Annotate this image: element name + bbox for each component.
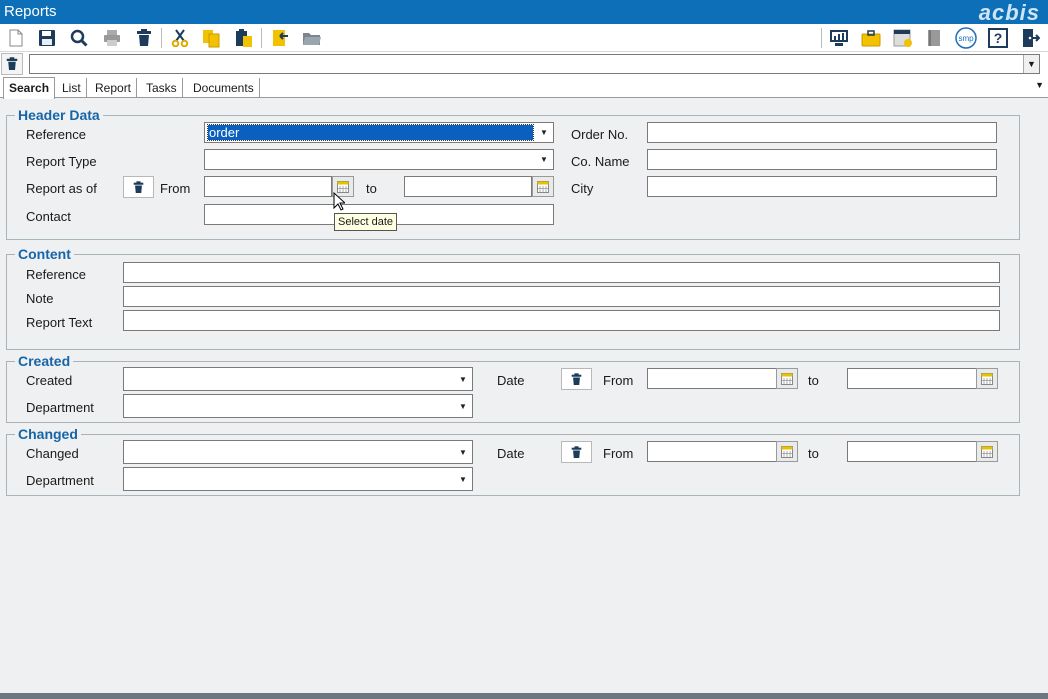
calendar-icon[interactable]	[976, 368, 998, 389]
paste-icon[interactable]	[233, 27, 255, 49]
changed-date-from-field[interactable]	[647, 441, 777, 462]
changed-by-label: Changed	[26, 446, 79, 461]
calendar-icon[interactable]	[976, 441, 998, 462]
tab-list[interactable]: List	[57, 78, 87, 98]
calendar-icon[interactable]	[532, 176, 554, 197]
chevron-down-icon[interactable]: ▼	[537, 150, 551, 169]
co-name-label: Co. Name	[571, 154, 630, 169]
chevron-down-icon[interactable]: ▼	[537, 123, 551, 142]
window-title: Reports	[4, 3, 57, 20]
search-icon[interactable]	[68, 27, 90, 49]
report-date-from-field[interactable]	[204, 176, 332, 197]
new-document-icon[interactable]	[5, 27, 27, 49]
note-field[interactable]	[123, 286, 1000, 307]
main-toolbar: smp ?	[0, 24, 1048, 52]
contact-label: Contact	[26, 209, 71, 224]
quick-filter-bar: ▼	[0, 52, 1048, 76]
quick-filter-combo[interactable]: ▼	[29, 54, 1040, 74]
created-by-label: Created	[26, 373, 73, 388]
print-icon[interactable]	[101, 27, 123, 49]
reference-selected-value: order	[207, 124, 534, 141]
chevron-down-icon[interactable]: ▼	[456, 468, 470, 490]
report-date-to-field[interactable]	[404, 176, 532, 197]
order-no-field[interactable]	[647, 122, 997, 143]
reference-label: Reference	[26, 127, 86, 142]
created-to-label: to	[808, 373, 819, 388]
delete-icon[interactable]	[133, 27, 155, 49]
changed-from-label: From	[603, 446, 634, 461]
reference-select[interactable]: order ▼	[204, 122, 554, 143]
clear-changed-date-button[interactable]	[561, 441, 592, 463]
changed-date-to-field[interactable]	[847, 441, 977, 462]
calendar-check-icon[interactable]	[892, 27, 914, 49]
tab-bar: Search List Report Tasks Documents ▼	[0, 76, 1048, 99]
calendar-icon[interactable]	[776, 441, 798, 462]
save-icon[interactable]	[36, 27, 58, 49]
title-bar: Reports acbis	[0, 0, 1048, 25]
tab-tasks[interactable]: Tasks	[141, 78, 183, 98]
book-icon[interactable]	[924, 27, 946, 49]
report-type-select[interactable]: ▼	[204, 149, 554, 170]
toolbar-separator	[261, 28, 262, 48]
city-label: City	[571, 181, 594, 196]
group-legend: Header Data	[15, 107, 103, 123]
open-folder-icon[interactable]	[301, 27, 323, 49]
tab-documents[interactable]: Documents	[188, 78, 260, 98]
monitor-chart-icon[interactable]	[828, 27, 850, 49]
created-date-label: Date	[497, 373, 525, 388]
chevron-down-icon[interactable]: ▼	[1023, 55, 1039, 73]
changed-department-select[interactable]: ▼	[123, 467, 473, 491]
svg-text:smp: smp	[958, 34, 974, 43]
report-text-label: Report Text	[26, 315, 93, 330]
import-icon[interactable]	[269, 27, 291, 49]
toolbar-separator	[821, 28, 822, 48]
status-strip	[0, 693, 1048, 699]
chevron-down-icon[interactable]: ▼	[456, 368, 470, 390]
to-label: to	[366, 181, 377, 196]
chevron-down-icon[interactable]: ▼	[456, 395, 470, 417]
group-legend: Content	[15, 246, 74, 262]
brand-logo: acbis	[978, 0, 1040, 25]
chevron-down-icon[interactable]: ▼	[456, 441, 470, 463]
mouse-cursor-icon	[333, 191, 347, 214]
help-icon[interactable]: ?	[987, 27, 1009, 49]
exit-icon[interactable]	[1019, 27, 1041, 49]
select-date-tooltip: Select date	[334, 213, 398, 231]
co-name-field[interactable]	[647, 149, 997, 170]
note-label: Note	[26, 291, 54, 306]
report-type-label: Report Type	[26, 154, 97, 169]
created-date-from-field[interactable]	[647, 368, 777, 389]
content-reference-label: Reference	[26, 267, 86, 282]
briefcase-icon[interactable]	[860, 27, 882, 49]
created-from-label: From	[603, 373, 634, 388]
from-label: From	[160, 181, 191, 196]
cut-icon[interactable]	[169, 27, 191, 49]
group-legend: Changed	[15, 426, 81, 442]
tab-menu-icon[interactable]: ▼	[1035, 80, 1044, 90]
city-field[interactable]	[647, 176, 997, 197]
created-department-select[interactable]: ▼	[123, 394, 473, 418]
changed-to-label: to	[808, 446, 819, 461]
report-as-of-label: Report as of	[26, 181, 97, 196]
smp-icon[interactable]: smp	[955, 27, 977, 49]
clear-filter-button[interactable]	[1, 53, 23, 75]
tab-report[interactable]: Report	[90, 78, 138, 98]
changed-department-label: Department	[26, 473, 94, 488]
copy-icon[interactable]	[200, 27, 222, 49]
created-date-to-field[interactable]	[847, 368, 977, 389]
clear-report-date-button[interactable]	[123, 176, 154, 198]
svg-text:?: ?	[994, 30, 1003, 46]
report-text-field[interactable]	[123, 310, 1000, 331]
tab-search[interactable]: Search	[3, 77, 56, 99]
group-legend: Created	[15, 353, 74, 369]
order-no-label: Order No.	[571, 127, 629, 142]
created-department-label: Department	[26, 400, 94, 415]
changed-date-label: Date	[497, 446, 525, 461]
calendar-icon[interactable]	[776, 368, 798, 389]
toolbar-separator	[161, 28, 162, 48]
created-by-select[interactable]: ▼	[123, 367, 473, 391]
changed-by-select[interactable]: ▼	[123, 440, 473, 464]
content-reference-field[interactable]	[123, 262, 1000, 283]
clear-created-date-button[interactable]	[561, 368, 592, 390]
